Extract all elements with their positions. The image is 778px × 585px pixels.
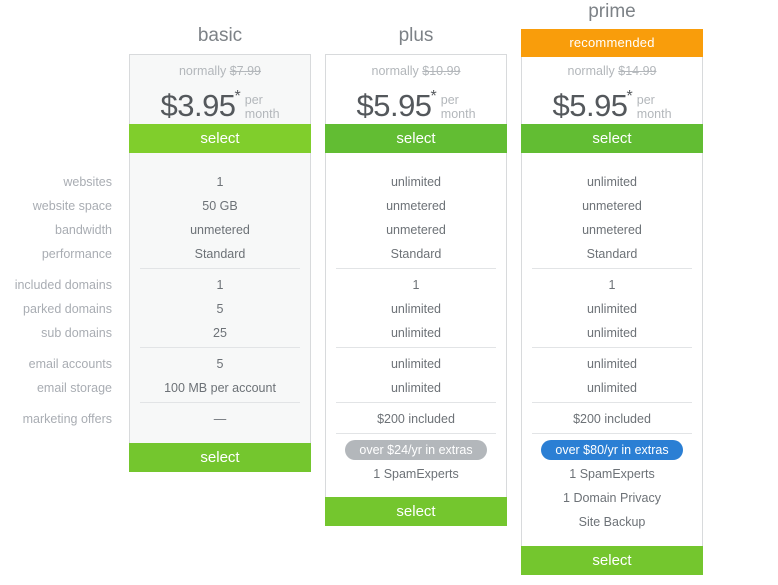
price-period-basic: per month — [245, 93, 280, 121]
plan-title-basic: basic — [197, 25, 243, 46]
feature-value-basic-website-space: 50 GB — [202, 199, 238, 213]
feature-label-included-domains: included domains — [14, 278, 112, 292]
feature-label-parked-domains: parked domains — [23, 302, 112, 316]
divider-prime-3 — [532, 402, 692, 403]
feature-value-prime-websites: unlimited — [586, 175, 638, 189]
extra-item-plus-spamexperts: 1 SpamExperts — [373, 467, 459, 481]
price-per-plus: per — [440, 92, 459, 107]
feature-label-website-space: website space — [32, 199, 112, 213]
divider-basic-2 — [140, 347, 300, 348]
price-per-basic: per — [244, 92, 263, 107]
feature-value-basic-websites: 1 — [216, 175, 224, 189]
feature-value-plus-included-domains: 1 — [412, 278, 420, 292]
feature-label-websites: websites — [63, 175, 112, 189]
feature-value-plus-email-accounts: unlimited — [390, 357, 442, 371]
divider-plus-4 — [336, 433, 496, 434]
price-amount-prime: $5.95 — [552, 87, 628, 123]
price-month-plus: month — [440, 106, 476, 121]
normally-line-prime: normally $14.99 — [521, 64, 703, 79]
normally-prefix-basic: normally — [178, 64, 227, 78]
feature-label-performance: performance — [41, 247, 112, 261]
extra-item-prime-spamexperts: 1 SpamExperts — [569, 467, 655, 481]
pricing-table: websites website space bandwidth perform… — [0, 0, 778, 585]
normally-prefix-plus: normally — [371, 64, 419, 78]
plan-title-prime: prime — [588, 1, 636, 22]
price-month-basic: month — [244, 106, 280, 121]
divider-basic-3 — [140, 402, 300, 403]
feature-value-prime-performance: Standard — [586, 247, 638, 261]
feature-value-prime-sub-domains: unlimited — [586, 326, 638, 340]
price-block-basic: normally $7.99 $3.95* per month — [129, 64, 311, 123]
feature-value-prime-bandwidth: unmetered — [582, 223, 642, 237]
divider-prime-1 — [532, 268, 692, 269]
feature-value-basic-email-accounts: 5 — [216, 357, 224, 371]
feature-value-plus-parked-domains: unlimited — [390, 302, 442, 316]
feature-value-prime-email-storage: unlimited — [586, 381, 638, 395]
select-button-prime-bottom[interactable]: select — [521, 546, 703, 575]
extra-item-prime-site-backup: Site Backup — [578, 515, 646, 529]
feature-label-sub-domains: sub domains — [41, 326, 112, 340]
price-block-prime: normally $14.99 $5.95* per month — [521, 64, 703, 123]
feature-value-prime-email-accounts: unlimited — [586, 357, 638, 371]
normally-price-plus: $10.99 — [422, 64, 461, 78]
price-asterisk-basic: * — [234, 88, 241, 105]
divider-plus-3 — [336, 402, 496, 403]
price-amount-basic: $3.95 — [160, 87, 236, 123]
normally-line-plus: normally $10.99 — [325, 64, 507, 79]
price-block-plus: normally $10.99 $5.95* per month — [325, 64, 507, 123]
select-button-basic-bottom[interactable]: select — [129, 443, 311, 472]
feature-value-basic-performance: Standard — [194, 247, 246, 261]
feature-label-bandwidth: bandwidth — [55, 223, 112, 237]
feature-value-basic-bandwidth: unmetered — [190, 223, 250, 237]
feature-label-email-storage: email storage — [36, 381, 112, 395]
price-asterisk-prime: * — [626, 88, 633, 105]
price-asterisk-plus: * — [430, 88, 437, 105]
plan-title-plus: plus — [398, 25, 434, 46]
feature-value-plus-bandwidth: unmetered — [386, 223, 446, 237]
feature-value-prime-included-domains: 1 — [608, 278, 616, 292]
divider-prime-2 — [532, 347, 692, 348]
feature-value-prime-parked-domains: unlimited — [586, 302, 638, 316]
feature-value-prime-website-space: unmetered — [582, 199, 642, 213]
price-line-prime: $5.95* per month — [521, 80, 703, 123]
normally-price-basic: $7.99 — [229, 64, 261, 78]
extras-pill-plus[interactable]: over $24/yr in extras — [345, 440, 487, 460]
feature-value-basic-included-domains: 1 — [216, 278, 224, 292]
price-period-prime: per month — [637, 93, 672, 121]
divider-plus-2 — [336, 347, 496, 348]
feature-value-basic-email-storage: 100 MB per account — [164, 381, 276, 395]
price-period-plus: per month — [441, 93, 476, 121]
divider-prime-4 — [532, 433, 692, 434]
select-button-prime-top[interactable]: select — [521, 124, 703, 153]
feature-value-prime-marketing-offers: $200 included — [573, 412, 651, 426]
extra-item-prime-domain-privacy: 1 Domain Privacy — [563, 491, 661, 505]
price-per-prime: per — [636, 92, 655, 107]
feature-value-plus-email-storage: unlimited — [390, 381, 442, 395]
feature-label-marketing-offers: marketing offers — [22, 412, 112, 426]
extras-pill-prime[interactable]: over $80/yr in extras — [541, 440, 683, 460]
feature-label-email-accounts: email accounts — [28, 357, 112, 371]
divider-plus-1 — [336, 268, 496, 269]
normally-line-basic: normally $7.99 — [129, 64, 311, 79]
normally-price-prime: $14.99 — [618, 64, 657, 78]
feature-value-plus-website-space: unmetered — [386, 199, 446, 213]
recommended-ribbon-prime: recommended — [521, 29, 703, 57]
price-line-plus: $5.95* per month — [325, 80, 507, 123]
divider-basic-1 — [140, 268, 300, 269]
feature-value-basic-sub-domains: 25 — [213, 326, 227, 340]
select-button-basic-top[interactable]: select — [129, 124, 311, 153]
feature-value-plus-websites: unlimited — [390, 175, 442, 189]
feature-value-basic-parked-domains: 5 — [216, 302, 224, 316]
feature-value-plus-performance: Standard — [390, 247, 442, 261]
select-button-plus-bottom[interactable]: select — [325, 497, 507, 526]
price-month-prime: month — [636, 106, 672, 121]
feature-value-basic-marketing-offers: — — [213, 412, 227, 426]
feature-value-plus-marketing-offers: $200 included — [377, 412, 455, 426]
price-line-basic: $3.95* per month — [129, 80, 311, 123]
feature-value-plus-sub-domains: unlimited — [390, 326, 442, 340]
price-amount-plus: $5.95 — [356, 87, 432, 123]
normally-prefix-prime: normally — [567, 64, 615, 78]
select-button-plus-top[interactable]: select — [325, 124, 507, 153]
